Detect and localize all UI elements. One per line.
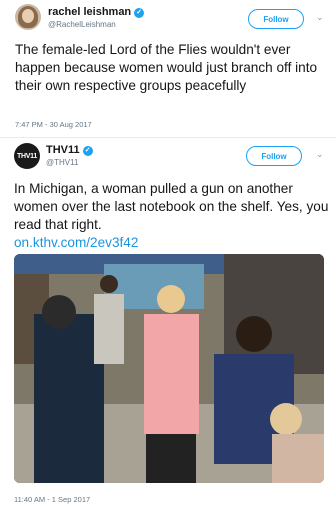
follow-button[interactable]: Follow: [248, 9, 304, 29]
tweet-text: In Michigan, a woman pulled a gun on ano…: [14, 180, 332, 252]
verified-icon: ✓: [134, 8, 145, 18]
chevron-down-icon[interactable]: ⌄: [316, 149, 324, 160]
follow-button[interactable]: Follow: [246, 146, 302, 166]
avatar-face: [22, 9, 34, 23]
outer-tweet: rachel leishman ✓ @RachelLeishman Follow …: [0, 0, 336, 137]
tweet-timestamp[interactable]: 7:47 PM - 30 Aug 2017: [15, 120, 92, 129]
thv11-logo: THV11: [17, 152, 37, 160]
tweet-photo[interactable]: [14, 254, 324, 483]
tweet-link[interactable]: on.kthv.com/2ev3f42: [14, 235, 138, 250]
tweet-body: In Michigan, a woman pulled a gun on ano…: [14, 181, 329, 232]
display-name[interactable]: rachel leishman ✓: [48, 6, 145, 18]
display-name[interactable]: THV11 ✓: [46, 144, 93, 156]
rachel-avatar[interactable]: [15, 4, 41, 30]
quoted-tweet[interactable]: THV11 THV11 ✓ @THV11 In Michigan, a woman…: [0, 137, 336, 512]
user-handle[interactable]: @RachelLeishman: [48, 20, 116, 29]
thv11-avatar[interactable]: THV11: [14, 143, 40, 169]
chevron-down-icon[interactable]: ⌄: [316, 12, 324, 23]
photo-scene: [14, 254, 324, 483]
user-handle[interactable]: @THV11: [46, 158, 78, 167]
tweet-timestamp[interactable]: 11:40 AM - 1 Sep 2017: [14, 495, 90, 504]
verified-icon: ✓: [82, 146, 93, 156]
tweet-text: The female-led Lord of the Flies wouldn'…: [15, 42, 318, 93]
